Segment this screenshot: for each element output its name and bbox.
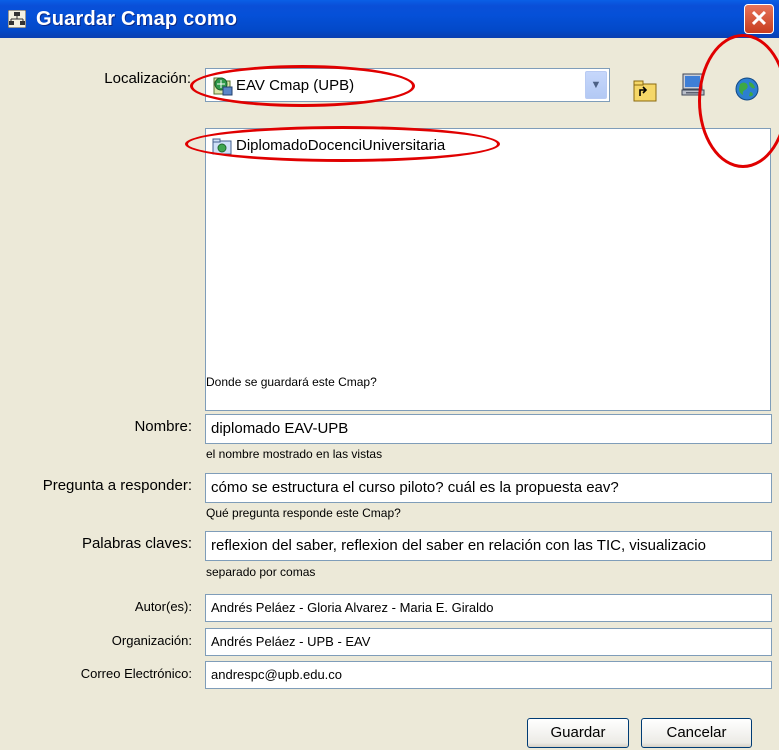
cmap-app-icon	[8, 10, 26, 28]
email-field[interactable]: andrespc@upb.edu.co	[205, 661, 772, 689]
keywords-hint: separado por comas	[206, 565, 316, 579]
computer-icon[interactable]	[680, 72, 706, 98]
location-label: Localización:	[104, 70, 191, 87]
close-icon: ✕	[749, 6, 769, 31]
save-button[interactable]: Guardar	[527, 718, 629, 748]
authors-label: Autor(es):	[134, 599, 192, 614]
keywords-label: Palabras claves:	[81, 535, 192, 552]
folder-icon	[212, 138, 232, 155]
question-label: Pregunta a responder:	[42, 477, 192, 494]
location-selected: EAV Cmap (UPB)	[236, 77, 355, 94]
title-bar[interactable]: Guardar Cmap como ✕	[0, 0, 779, 38]
up-folder-icon[interactable]	[632, 78, 658, 104]
name-hint: el nombre mostrado en las vistas	[206, 447, 383, 461]
save-cmap-dialog: Localización: EAV Cmap (UPB) ▼ Diplomado…	[0, 34, 779, 750]
close-button[interactable]: ✕	[744, 4, 774, 34]
cancel-button[interactable]: Cancelar	[641, 718, 752, 748]
question-hint: Qué pregunta responde este Cmap?	[206, 506, 401, 520]
authors-field[interactable]: Andrés Peláez - Gloria Alvarez - Maria E…	[205, 594, 772, 622]
globe-icon[interactable]	[734, 76, 760, 102]
window-title: Guardar Cmap como	[36, 8, 238, 30]
organization-field[interactable]: Andrés Peláez - UPB - EAV	[205, 628, 772, 656]
chevron-down-icon[interactable]: ▼	[585, 71, 607, 99]
question-field[interactable]: cómo se estructura el curso piloto? cuál…	[205, 473, 772, 503]
email-label: Correo Electrónico:	[80, 666, 192, 681]
location-combobox[interactable]: EAV Cmap (UPB) ▼	[205, 68, 610, 102]
name-field[interactable]: diplomado EAV-UPB	[205, 414, 772, 444]
name-label: Nombre:	[134, 418, 192, 435]
location-hint: Donde se guardará este Cmap?	[206, 375, 377, 389]
cmap-server-icon	[213, 77, 233, 96]
keywords-field[interactable]: reflexion del saber, reflexion del saber…	[205, 531, 772, 561]
organization-label: Organización:	[111, 633, 192, 648]
list-item-label: DiplomadoDocenciUniversitaria	[236, 137, 446, 154]
location-listbox[interactable]: DiplomadoDocenciUniversitaria	[205, 128, 771, 411]
